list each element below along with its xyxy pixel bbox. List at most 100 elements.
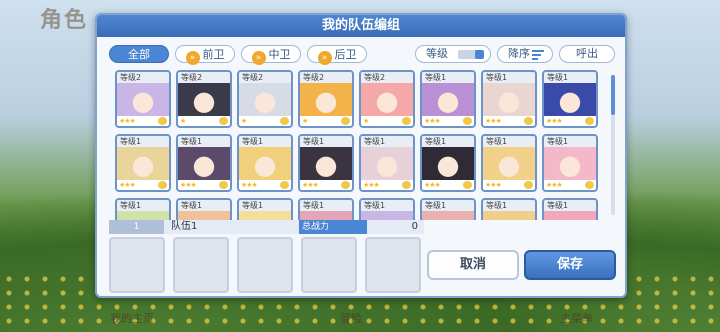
character-card[interactable]: 等级1★★★ xyxy=(359,134,415,192)
character-portrait xyxy=(483,211,535,220)
party-index: 1 xyxy=(109,220,164,234)
star-rating-icon: ★★★ xyxy=(485,181,502,189)
rank-badge-icon xyxy=(585,181,594,189)
rank-badge-icon xyxy=(585,117,594,125)
total-power-label: 总战力 xyxy=(299,220,367,234)
star-rating-icon: ★★★ xyxy=(546,117,563,125)
rank-badge-icon xyxy=(280,181,289,189)
character-card[interactable]: 等级1★★★ xyxy=(176,198,232,220)
team-edit-dialog: 我的队伍编组 全部 » 前卫 » 中卫 » 后卫 等级 降序 呼出 等级2 ★★★ 等级2… xyxy=(95,13,627,298)
character-portrait xyxy=(117,83,169,116)
character-card[interactable]: 等级1★★★ xyxy=(481,70,537,128)
rank-badge-icon xyxy=(524,117,533,125)
character-portrait xyxy=(361,211,413,220)
character-card[interactable]: 等级1 ★★★ xyxy=(237,134,293,192)
star-rating-icon: ★ xyxy=(241,117,247,125)
character-card[interactable]: 等级1★★★ xyxy=(298,134,354,192)
star-rating-icon: ★ xyxy=(302,117,308,125)
rank-badge-icon xyxy=(524,181,533,189)
character-card[interactable]: 等级1 ★★★ xyxy=(542,134,598,192)
character-level: 等级2 xyxy=(300,72,352,83)
character-grid: 等级2 ★★★ 等级2 ★ 等级2 ★ 等级2 ★ 等级2 ★ 等级1 ★★★ 等级1 ★★★ 等级1 ★★★… xyxy=(115,70,615,220)
character-card[interactable]: 等级1★★★ xyxy=(237,198,293,220)
character-card[interactable]: 等级1★★★ xyxy=(115,198,171,220)
character-level: 等级1 xyxy=(117,136,169,147)
character-card[interactable]: 等级1★★★ xyxy=(481,134,537,192)
character-portrait xyxy=(483,83,535,116)
grid-scrollbar-thumb[interactable] xyxy=(611,75,615,115)
star-rating-icon: ★★★ xyxy=(546,181,563,189)
character-card[interactable]: 等级1★★★ xyxy=(176,134,232,192)
rank-badge-icon xyxy=(219,181,228,189)
party-slot-1[interactable] xyxy=(109,237,165,293)
character-card[interactable]: 等级1★★★ xyxy=(420,198,476,220)
party-slot-2[interactable] xyxy=(173,237,229,293)
save-button[interactable]: 保存 xyxy=(524,250,616,280)
rank-badge-icon xyxy=(402,181,411,189)
tab-back-label: 后卫 xyxy=(334,48,357,61)
character-card[interactable]: 等级1★★★ xyxy=(359,198,415,220)
tab-middle[interactable]: » 中卫 xyxy=(241,45,301,65)
cancel-button[interactable]: 取消 xyxy=(427,250,519,280)
character-portrait xyxy=(178,147,230,180)
level-bar-icon xyxy=(458,50,484,59)
character-card[interactable]: 等级2 ★ xyxy=(237,70,293,128)
character-level: 等级1 xyxy=(544,136,596,147)
chevron-icon: » xyxy=(317,51,332,65)
sort-order-button[interactable]: 降序 xyxy=(497,45,553,63)
sort-icon xyxy=(532,50,544,60)
character-card[interactable]: 等级2 ★ xyxy=(359,70,415,128)
character-level: 等级1 xyxy=(361,200,413,211)
level-filter-label: 等级 xyxy=(426,47,448,60)
character-portrait xyxy=(117,147,169,180)
character-card[interactable]: 等级2 ★★★ xyxy=(115,70,171,128)
star-rating-icon: ★★★ xyxy=(180,181,197,189)
star-rating-icon: ★★★ xyxy=(485,117,502,125)
character-portrait xyxy=(361,83,413,116)
grid-scrollbar[interactable] xyxy=(611,75,615,215)
rank-badge-icon xyxy=(463,181,472,189)
character-card[interactable]: 等级2 ★ xyxy=(298,70,354,128)
party-slot-3[interactable] xyxy=(237,237,293,293)
level-filter-button[interactable]: 等级 xyxy=(415,45,491,63)
character-level: 等级1 xyxy=(422,200,474,211)
character-card[interactable]: 等级1★★★ xyxy=(115,134,171,192)
character-portrait xyxy=(300,211,352,220)
character-portrait xyxy=(178,211,230,220)
character-card[interactable]: 等级1★★★ xyxy=(481,198,537,220)
character-card[interactable]: 等级1★★★ xyxy=(420,134,476,192)
character-level: 等级1 xyxy=(422,72,474,83)
character-portrait xyxy=(544,211,596,220)
character-portrait xyxy=(300,147,352,180)
rank-badge-icon xyxy=(463,117,472,125)
party-slot-4[interactable] xyxy=(301,237,357,293)
dialog-title: 我的队伍编组 xyxy=(97,15,625,37)
character-level: 等级2 xyxy=(178,72,230,83)
character-card[interactable]: 等级1★★★ xyxy=(420,70,476,128)
character-portrait xyxy=(117,211,169,220)
star-rating-icon: ★★★ xyxy=(424,181,441,189)
tab-back[interactable]: » 后卫 xyxy=(307,45,367,65)
call-button[interactable]: 呼出 xyxy=(559,45,615,63)
background-tab-menu: 主菜单 xyxy=(560,312,593,325)
character-portrait xyxy=(422,83,474,116)
character-level: 等级2 xyxy=(361,72,413,83)
character-card[interactable]: 等级2 ★ xyxy=(176,70,232,128)
character-portrait xyxy=(300,83,352,116)
tab-all-label: 全部 xyxy=(128,48,150,61)
character-portrait xyxy=(178,83,230,116)
rank-badge-icon xyxy=(402,117,411,125)
tab-front-label: 前卫 xyxy=(202,48,225,61)
character-level: 等级2 xyxy=(239,72,291,83)
star-rating-icon: ★★★ xyxy=(241,181,258,189)
tab-all[interactable]: 全部 xyxy=(109,45,169,63)
character-card[interactable]: 等级1★★★ xyxy=(542,70,598,128)
tab-front[interactable]: » 前卫 xyxy=(175,45,235,65)
character-card[interactable]: 等级1★★★ xyxy=(542,198,598,220)
background-tab-adventure: 冒险 xyxy=(340,312,362,325)
rank-badge-icon xyxy=(341,181,350,189)
party-slot-5[interactable] xyxy=(365,237,421,293)
character-card[interactable]: 等级1★★★ xyxy=(298,198,354,220)
character-level: 等级1 xyxy=(239,136,291,147)
character-level: 等级2 xyxy=(117,72,169,83)
